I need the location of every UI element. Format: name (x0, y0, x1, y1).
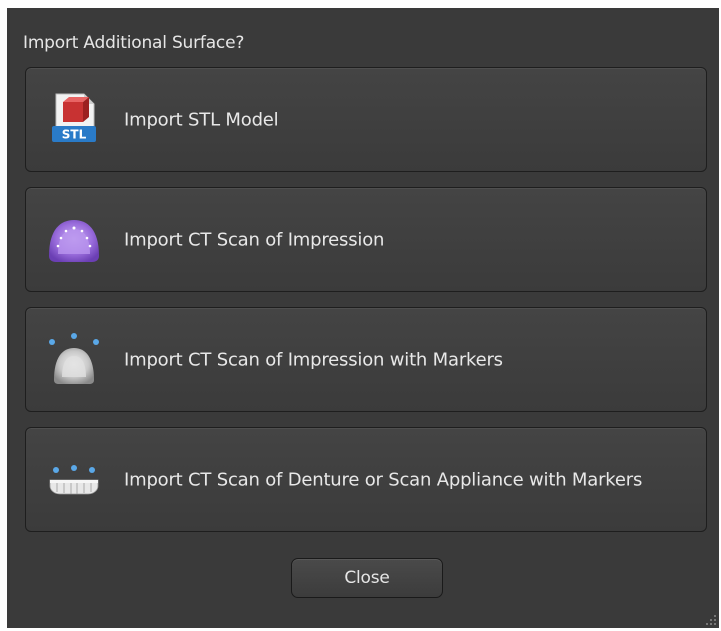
import-ct-impression-markers-label: Import CT Scan of Impression with Marker… (124, 349, 503, 370)
stl-badge-text: STL (62, 127, 87, 141)
close-button[interactable]: Close (291, 558, 443, 598)
import-ct-impression-markers-button[interactable]: Import CT Scan of Impression with Marker… (25, 307, 707, 412)
resize-grip-icon[interactable] (705, 614, 717, 626)
import-surface-dialog: Import Additional Surface? STL Import ST… (7, 8, 719, 628)
dialog-title: Import Additional Surface? (23, 33, 245, 53)
stl-file-icon: STL (52, 93, 96, 142)
import-ct-denture-markers-button[interactable]: Import CT Scan of Denture or Scan Applia… (25, 427, 707, 532)
denture-markers-icon (49, 464, 99, 494)
impression-icon (49, 219, 99, 262)
import-stl-model-button[interactable]: STL Import STL Model (25, 67, 707, 172)
import-ct-denture-markers-label: Import CT Scan of Denture or Scan Applia… (124, 469, 643, 490)
import-ct-impression-button[interactable]: Import CT Scan of Impression (25, 187, 707, 292)
import-stl-model-label: Import STL Model (124, 109, 279, 130)
marker-dot (49, 338, 55, 345)
impression-markers-icon (49, 332, 99, 384)
import-ct-impression-label: Import CT Scan of Impression (124, 229, 385, 250)
